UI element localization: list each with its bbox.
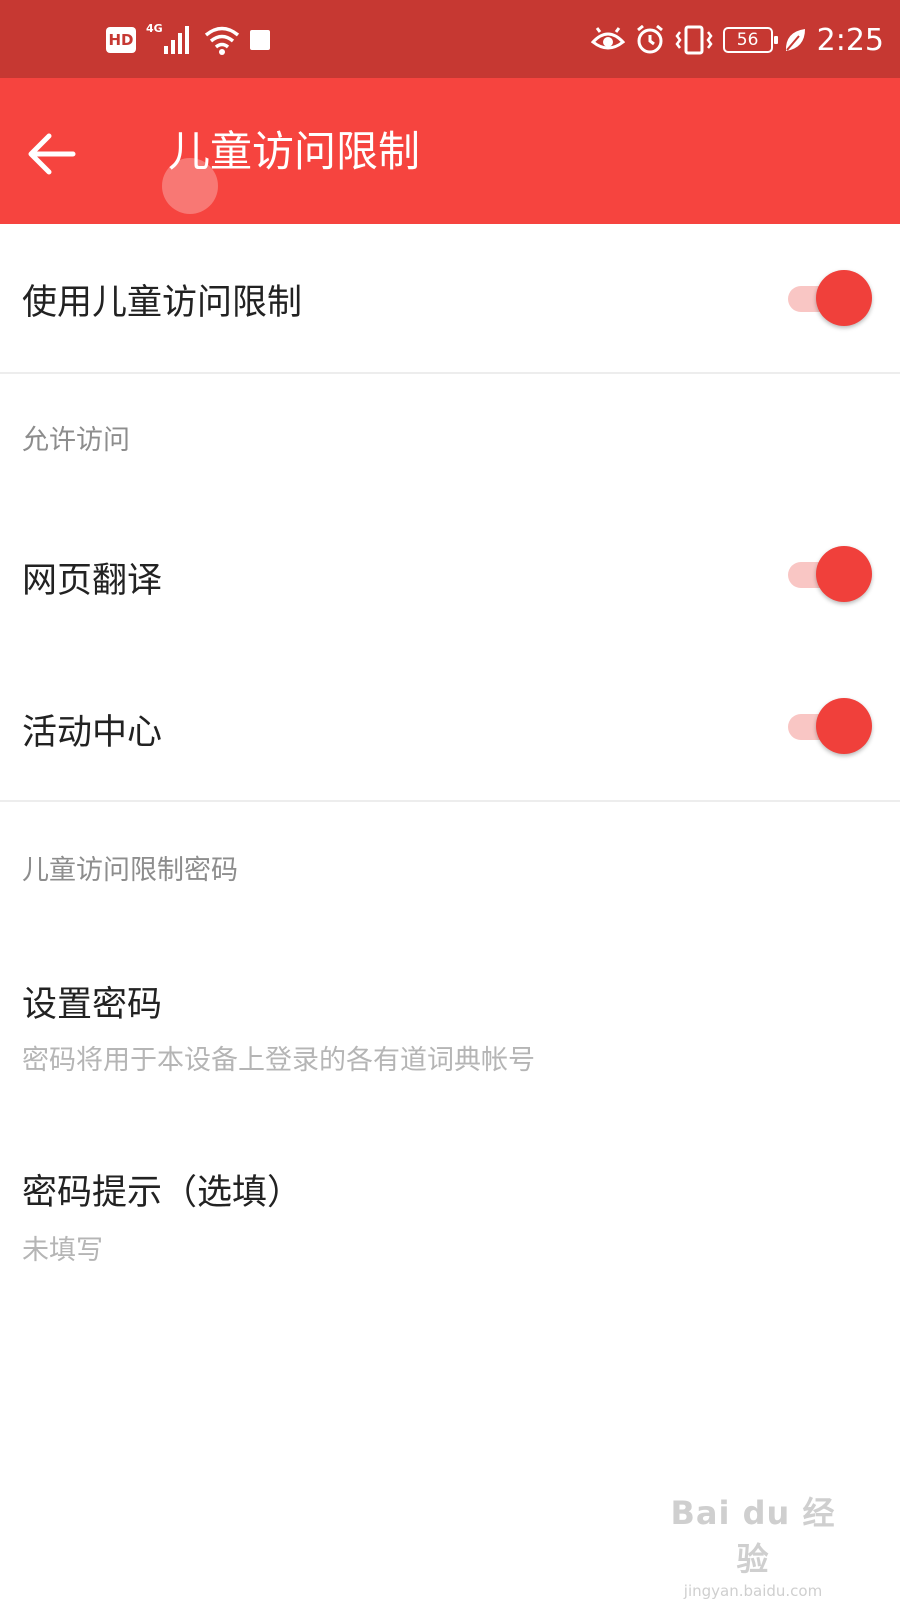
toggle-thumb xyxy=(816,698,872,754)
watermark-logo: Bai du 经验 xyxy=(670,1494,836,1578)
setting-activity-center[interactable]: 活动中心 xyxy=(0,652,900,800)
setting-label: 使用儿童访问限制 xyxy=(22,283,303,323)
setting-web-translate[interactable]: 网页翻译 xyxy=(0,502,900,648)
section-header-password: 儿童访问限制密码 xyxy=(22,855,238,886)
status-bar: HD 4G 56 2:25 xyxy=(0,0,900,78)
back-button[interactable] xyxy=(24,126,80,182)
status-left-group: HD 4G xyxy=(106,22,270,58)
setting-label: 活动中心 xyxy=(22,713,163,753)
network-type-label: 4G xyxy=(146,22,163,35)
wifi-icon xyxy=(204,26,240,55)
eye-icon xyxy=(590,27,625,50)
watermark-url: jingyan.baidu.com xyxy=(683,1582,823,1600)
divider xyxy=(0,800,900,802)
battery-level: 56 xyxy=(736,30,759,50)
status-right-group: 56 2:25 xyxy=(590,20,884,60)
battery-icon: 56 xyxy=(722,27,778,53)
section-header-allow: 允许访问 xyxy=(22,425,130,456)
status-time: 2:25 xyxy=(816,22,884,58)
activity-center-toggle[interactable] xyxy=(784,696,872,756)
vibrate-icon xyxy=(675,25,713,55)
setting-set-password[interactable]: 设置密码 密码将用于本设备上登录的各有道词典帐号 xyxy=(0,940,900,1090)
app-bar: 儿童访问限制 xyxy=(0,78,900,224)
toggle-thumb xyxy=(816,270,872,326)
setting-password-hint[interactable]: 密码提示（选填） 未填写 xyxy=(0,1130,900,1280)
divider xyxy=(0,372,900,374)
baidu-watermark: Bai du 经验 jingyan.baidu.com xyxy=(668,1488,838,1600)
setting-use-restriction[interactable]: 使用儿童访问限制 xyxy=(0,224,900,372)
alarm-icon xyxy=(636,25,663,54)
touch-indicator xyxy=(162,158,218,214)
signal-icon: 4G xyxy=(146,22,194,56)
toggle-thumb xyxy=(816,546,872,602)
web-translate-toggle[interactable] xyxy=(784,544,872,604)
use-restriction-toggle[interactable] xyxy=(784,268,872,328)
setting-label: 密码提示（选填） xyxy=(22,1173,303,1213)
setting-description: 密码将用于本设备上登录的各有道词典帐号 xyxy=(22,1045,535,1076)
setting-label: 网页翻译 xyxy=(22,561,163,601)
leaf-icon xyxy=(785,29,805,51)
arrow-left-icon xyxy=(28,133,76,175)
setting-value: 未填写 xyxy=(22,1235,103,1266)
setting-label: 设置密码 xyxy=(22,985,163,1025)
notification-square-icon xyxy=(250,30,270,50)
hd-icon: HD xyxy=(106,27,136,53)
